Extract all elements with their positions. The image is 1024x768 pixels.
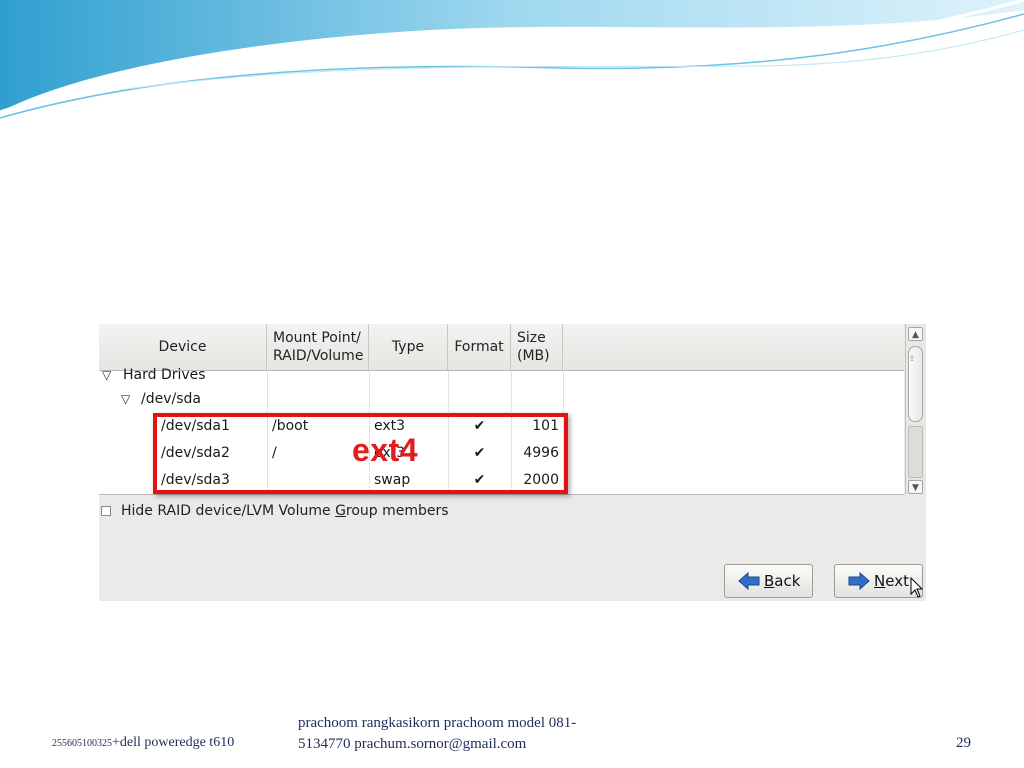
arrow-left-icon	[738, 572, 760, 590]
vertical-scrollbar[interactable]: ▲ ⁞⁞ ▼	[905, 324, 926, 494]
tree-disk-sda[interactable]: ▽ /dev/sda	[99, 386, 904, 413]
scroll-down-icon[interactable]: ▼	[908, 480, 923, 494]
back-button[interactable]: Back	[724, 564, 813, 598]
footer-left: 255605100325+dell poweredge t610	[52, 735, 235, 750]
page-number: 29	[956, 735, 971, 751]
header-wave-decoration	[0, 0, 1024, 119]
expander-open-icon[interactable]: ▽	[102, 362, 111, 389]
expander-open-icon[interactable]: ▽	[121, 386, 130, 413]
scroll-track[interactable]	[908, 426, 923, 478]
footer-contact: prachoom rangkasikorn prachoom model 081…	[298, 715, 577, 752]
scroll-up-icon[interactable]: ▲	[908, 327, 923, 341]
hide-raid-label[interactable]: Hide RAID device/LVM Volume Group member…	[121, 501, 449, 521]
arrow-right-icon	[848, 572, 870, 590]
hide-raid-checkbox[interactable]	[101, 506, 111, 516]
ext4-annotation: ext4	[352, 432, 419, 468]
mouse-cursor-icon	[910, 577, 924, 598]
grip-icon: ⁞⁞	[910, 354, 914, 363]
tree-group-hard-drives[interactable]: ▽ Hard Drives	[99, 362, 904, 389]
